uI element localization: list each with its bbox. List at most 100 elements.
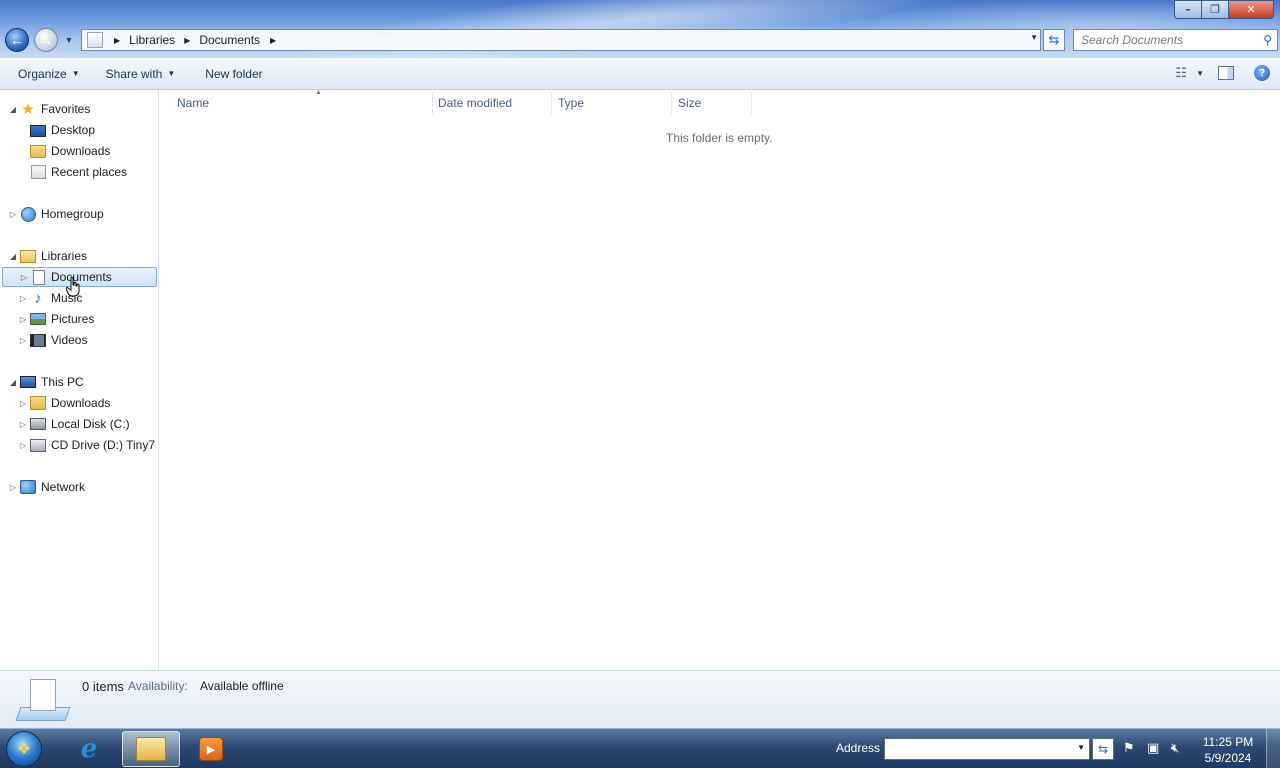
preview-pane-icon[interactable] [1218, 66, 1234, 80]
star-icon: ★ [21, 101, 35, 118]
documents-icon [31, 269, 47, 285]
collapse-arrow-icon[interactable]: ◢ [8, 105, 18, 114]
collapse-arrow-icon[interactable]: ◢ [8, 252, 18, 261]
expand-arrow-icon[interactable]: ▷ [18, 441, 28, 450]
nav-label: This PC [41, 375, 84, 389]
empty-folder-message: This folder is empty. [666, 131, 773, 145]
help-icon[interactable]: ? [1254, 65, 1270, 81]
hand-pointer-icon [66, 277, 80, 297]
nav-item-network[interactable]: ▷ Network [0, 477, 159, 497]
maximize-button[interactable]: ❐ [1201, 0, 1228, 19]
start-button[interactable]: ❖ [6, 731, 42, 767]
breadcrumb-label: Documents [199, 33, 261, 47]
address-go-button[interactable]: ⇆ [1092, 738, 1114, 760]
search-box[interactable]: ⚲ [1073, 29, 1278, 51]
breadcrumb-arrow-icon: ▶ [114, 35, 121, 45]
nav-item-pictures[interactable]: ▷ Pictures [0, 309, 159, 329]
item-count: 0 items [82, 679, 124, 694]
network-status-icon[interactable]: ▣ [1147, 740, 1159, 756]
back-button[interactable]: ← [5, 28, 29, 52]
forward-button[interactable]: → [34, 28, 58, 52]
nav-item-homegroup[interactable]: ▷ Homegroup [0, 204, 159, 224]
new-folder-label: New folder [205, 66, 263, 81]
nav-item-this-pc[interactable]: ◢ This PC [0, 372, 159, 392]
collapse-arrow-icon[interactable]: ◢ [8, 378, 18, 387]
action-center-flag-icon[interactable]: ⚑ [1123, 740, 1135, 756]
column-label: Date modified [438, 96, 513, 110]
expand-arrow-icon[interactable]: ▷ [18, 336, 28, 345]
breadcrumb-arrow-icon[interactable]: ▶ [184, 36, 190, 45]
address-bar[interactable]: ▶ Libraries ▶ Documents ▶ ▼ [81, 29, 1041, 51]
breadcrumb-separator[interactable]: ▶ [111, 36, 129, 45]
back-arrow-icon: ← [10, 32, 24, 48]
window-controls: – ❐ ✕ [1174, 0, 1274, 19]
recent-pages-dropdown[interactable]: ▼ [62, 33, 76, 47]
expand-arrow-icon[interactable]: ▷ [8, 483, 18, 492]
search-icon[interactable]: ⚲ [1263, 33, 1272, 47]
go-icon: ⇆ [1097, 742, 1109, 756]
videos-icon [30, 332, 46, 348]
expand-arrow-icon[interactable]: ▷ [18, 315, 28, 324]
breadcrumb-libraries[interactable]: Libraries ▶ [129, 33, 199, 47]
column-label: Type [558, 96, 585, 110]
libraries-icon [20, 248, 36, 264]
nav-label: Pictures [51, 312, 95, 326]
nav-item-cd-drive[interactable]: ▷ CD Drive (D:) Tiny7 › [0, 435, 159, 455]
column-header-size[interactable]: Size [678, 92, 752, 114]
search-input[interactable] [1081, 33, 1261, 47]
downloads-folder-icon [30, 395, 46, 411]
new-folder-button[interactable]: New folder [196, 61, 271, 87]
cd-drive-icon [30, 437, 46, 453]
chevron-down-icon[interactable]: ▼ [1077, 743, 1085, 752]
expand-arrow-icon[interactable]: ▷ [19, 273, 29, 282]
taskbar-media-player[interactable]: ▶ [182, 731, 240, 767]
nav-item-desktop[interactable]: Desktop [0, 120, 159, 140]
address-toolbar-input[interactable] [889, 740, 1069, 758]
view-options-dropdown[interactable]: ▼ [1196, 69, 1204, 78]
nav-item-libraries[interactable]: ◢ Libraries [0, 246, 159, 266]
breadcrumb-documents[interactable]: Documents ▶ [199, 33, 285, 47]
taskbar-internet-explorer[interactable]: e [60, 731, 118, 767]
column-header-name[interactable]: Name ▲ [177, 89, 433, 114]
expand-arrow-icon[interactable]: ▷ [18, 294, 28, 303]
clock-time: 11:25 PM [1202, 735, 1254, 749]
volume-muted-icon[interactable]: 🔇︎ [1171, 740, 1179, 756]
nav-item-favorites[interactable]: ◢ ★ Favorites [0, 99, 159, 119]
music-icon: ♪ [34, 289, 42, 307]
nav-item-videos[interactable]: ▷ Videos [0, 330, 159, 350]
file-list[interactable]: Name ▲ Date modified Type Size This fold… [160, 89, 1280, 670]
nav-item-recent-places[interactable]: Recent places [0, 162, 159, 182]
address-history-dropdown[interactable]: ▼ [1030, 33, 1038, 42]
desktop-icon [30, 122, 46, 138]
recent-places-icon [30, 164, 46, 180]
taskbar-windows-explorer[interactable] [122, 731, 180, 767]
close-button[interactable]: ✕ [1228, 0, 1274, 19]
address-toolbar-box[interactable]: ▼ [884, 738, 1090, 760]
minimize-button[interactable]: – [1174, 0, 1201, 19]
nav-item-local-disk[interactable]: ▷ Local Disk (C:) [0, 414, 159, 434]
system-clock[interactable]: 11:25 PM 5/9/2024 [1196, 734, 1260, 766]
nav-item-pc-downloads[interactable]: ▷ Downloads [0, 393, 159, 413]
column-header-date-modified[interactable]: Date modified [438, 92, 552, 114]
availability-label: Availability: [128, 679, 188, 693]
view-controls: ☷ ▼ ? [1172, 64, 1270, 82]
nav-label: Videos [51, 333, 88, 347]
windows-logo-icon: ❖ [16, 741, 32, 758]
refresh-button[interactable]: ⇆ [1043, 29, 1065, 51]
details-pane: 0 items Availability: Available offline [0, 670, 1280, 728]
expand-arrow-icon[interactable]: ▷ [18, 420, 28, 429]
change-view-icon[interactable]: ☷ [1172, 64, 1190, 82]
downloads-folder-icon [30, 143, 46, 159]
expand-arrow-icon[interactable]: ▷ [18, 399, 28, 408]
show-desktop-button[interactable] [1266, 729, 1280, 768]
computer-icon [20, 374, 36, 390]
nav-item-downloads[interactable]: Downloads [0, 141, 159, 161]
internet-explorer-icon: e [80, 734, 98, 764]
breadcrumb-arrow-icon[interactable]: ▶ [270, 36, 276, 45]
organize-button[interactable]: Organize ▼ [9, 61, 89, 87]
share-with-button[interactable]: Share with ▼ [97, 61, 185, 87]
nav-label: Downloads [51, 144, 111, 158]
expand-arrow-icon[interactable]: ▷ [8, 210, 18, 219]
sort-ascending-icon: ▲ [315, 89, 322, 96]
column-header-type[interactable]: Type [558, 92, 672, 114]
